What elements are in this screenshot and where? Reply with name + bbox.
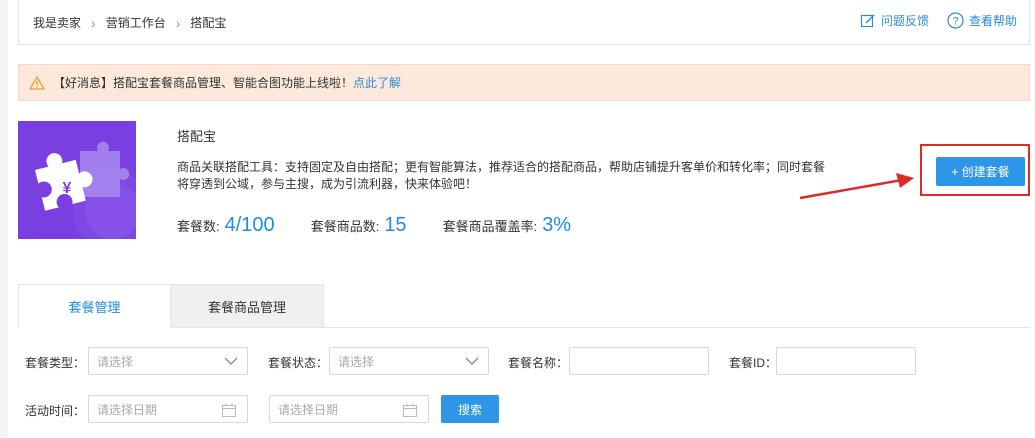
notice-banner: 【好消息】搭配宝套餐商品管理、智能合图功能上线啦！ 点此了解 [18, 64, 1030, 101]
status-select-placeholder: 请选择 [338, 354, 375, 369]
start-date-placeholder: 请选择日期 [97, 402, 158, 417]
calendar-icon [222, 403, 236, 417]
stat-value: 3% [542, 214, 572, 236]
chevron-down-icon [224, 357, 238, 365]
top-bar: 我是卖家 › 营销工作台 › 搭配宝 问题反馈 ? 查看帮助 [18, 0, 1030, 45]
stat-package-count: 套餐数: 4/100 [177, 214, 275, 237]
package-name-input[interactable] [569, 347, 709, 375]
puzzle-icon: ¥ [34, 141, 136, 239]
type-select-placeholder: 请选择 [97, 354, 134, 369]
package-id-input[interactable] [776, 347, 916, 375]
breadcrumb: 我是卖家 › 营销工作台 › 搭配宝 [33, 14, 226, 31]
left-sidebar-edge [0, 0, 8, 438]
feedback-link[interactable]: 问题反馈 [860, 12, 929, 29]
stat-label: 套餐商品覆盖率: [442, 219, 538, 234]
question-circle-icon: ? [947, 12, 964, 29]
feedback-label: 问题反馈 [880, 14, 929, 28]
notice-text: 【好消息】搭配宝套餐商品管理、智能合图功能上线啦！ [53, 76, 354, 90]
chevron-right-icon: › [91, 14, 96, 31]
annotation-arrow [799, 173, 914, 200]
help-links: 问题反馈 ? 查看帮助 [842, 12, 1017, 29]
end-date-placeholder: 请选择日期 [278, 402, 339, 417]
help-link[interactable]: ? 查看帮助 [947, 12, 1017, 29]
stat-value: 4/100 [224, 214, 275, 236]
status-select[interactable]: 请选择 [329, 347, 489, 375]
create-package-button[interactable]: + 创建套餐 [936, 157, 1025, 186]
start-date-input[interactable]: 请选择日期 [88, 395, 248, 423]
stat-coverage: 套餐商品覆盖率: 3% [443, 214, 572, 237]
stats-row: 套餐数: 4/100 套餐商品数: 15 套餐商品覆盖率: 3% [177, 214, 607, 237]
logo-glyph: ¥ [63, 180, 72, 197]
status-label: 套餐状态： [268, 356, 329, 370]
chevron-down-icon [465, 357, 479, 365]
tab-bar: 套餐管理 套餐商品管理 [18, 284, 324, 328]
stat-product-count: 套餐商品数: 15 [311, 214, 407, 237]
stat-label: 套餐数: [177, 219, 220, 234]
stat-value: 15 [384, 214, 407, 236]
breadcrumb-item-seller[interactable]: 我是卖家 [33, 14, 81, 31]
calendar-icon [403, 403, 417, 417]
app-description: 商品关联搭配工具：支持固定及自由搭配；更有智能算法，推荐适合的搭配商品，帮助店铺… [177, 160, 826, 191]
time-label: 活动时间： [25, 404, 86, 418]
search-button[interactable]: 搜索 [441, 395, 499, 423]
app-info: 搭配宝 商品关联搭配工具：支持固定及自由搭配；更有智能算法，推荐适合的搭配商品，… [177, 126, 837, 193]
chevron-right-icon: › [175, 14, 181, 31]
end-date-input[interactable]: 请选择日期 [269, 395, 429, 423]
breadcrumb-item-marketing[interactable]: 营销工作台 [106, 14, 166, 31]
tab-package-product-management[interactable]: 套餐商品管理 [171, 284, 324, 328]
app-logo: ¥ [18, 121, 136, 239]
help-label: 查看帮助 [968, 14, 1017, 28]
type-select[interactable]: 请选择 [88, 347, 248, 375]
tab-package-management[interactable]: 套餐管理 [18, 284, 171, 328]
warning-icon [29, 75, 45, 90]
stat-label: 套餐商品数: [310, 219, 380, 234]
type-label: 套餐类型： [25, 356, 86, 370]
edit-icon [860, 14, 875, 27]
breadcrumb-item-current: 搭配宝 [190, 16, 227, 30]
id-label: 套餐ID： [729, 356, 778, 370]
app-title: 搭配宝 [177, 129, 217, 144]
divider [324, 327, 1030, 328]
notice-link[interactable]: 点此了解 [353, 74, 401, 91]
svg-text:?: ? [952, 16, 958, 28]
name-label: 套餐名称： [508, 356, 569, 370]
